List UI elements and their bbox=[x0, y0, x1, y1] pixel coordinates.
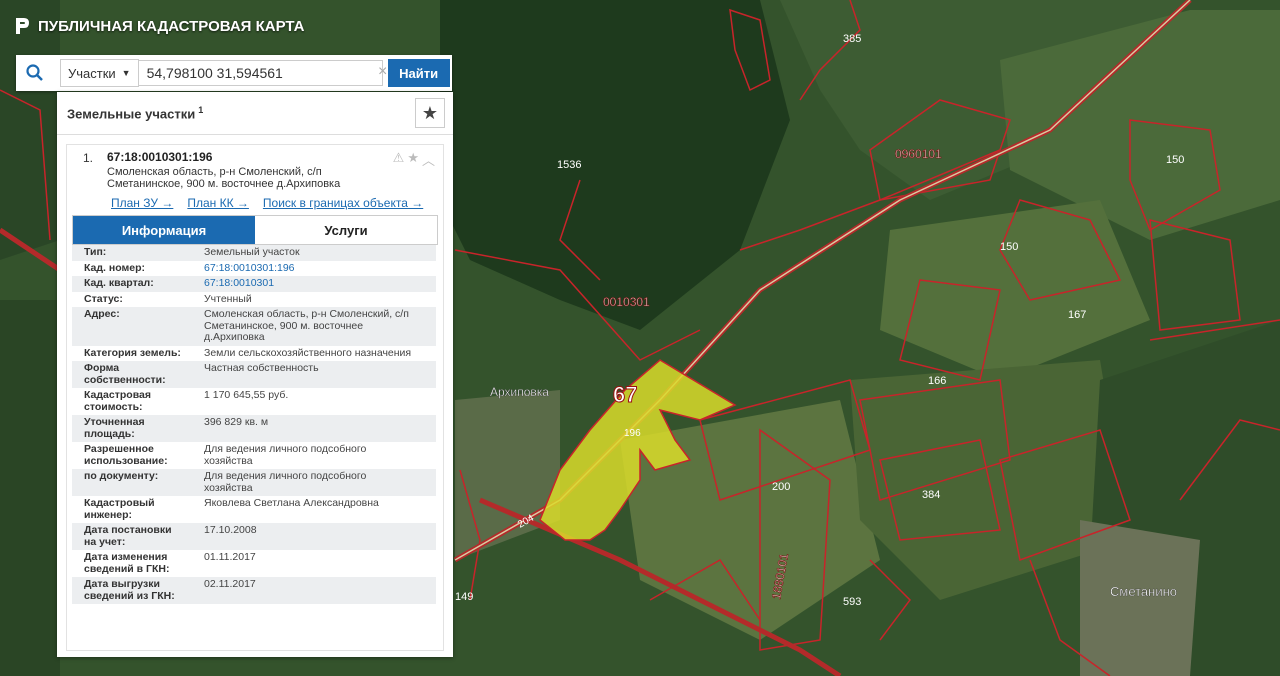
quarter-label: 0010301 bbox=[603, 295, 650, 309]
parcel-number: 166 bbox=[928, 375, 946, 387]
info-row: Кадастровая стоимость: 1 170 645,55 руб. bbox=[72, 388, 436, 415]
info-row: Уточненная площадь: 396 829 кв. м bbox=[72, 415, 436, 442]
info-value: Земельный участок bbox=[204, 246, 300, 258]
panel-header: Земельные участки 1 ★ bbox=[57, 92, 453, 135]
chevron-down-icon: ▼ bbox=[121, 68, 131, 78]
parcel-number: 150 bbox=[1000, 241, 1018, 253]
info-value: Смоленская область, р-н Смоленский, с/п С… bbox=[204, 308, 409, 343]
info-value: 396 829 кв. м bbox=[204, 416, 269, 428]
result-count: 1 bbox=[198, 104, 204, 115]
plan-kk-link[interactable]: План КК → bbox=[187, 196, 249, 210]
find-button[interactable]: Найти bbox=[387, 59, 450, 87]
result-links: План ЗУ → План КК → Поиск в границах объ… bbox=[111, 196, 443, 210]
info-value: 17.10.2008 bbox=[204, 524, 257, 536]
app-title: ПУБЛИЧНАЯ КАДАСТРОВАЯ КАРТА bbox=[38, 17, 305, 35]
info-row: Разрешенное использование: Для ведения лич… bbox=[72, 442, 436, 469]
info-table: Тип: Земельный участок Кад. номер: 67:18:00… bbox=[72, 245, 436, 604]
info-label: Уточненная площадь: bbox=[84, 416, 145, 440]
result-summary: 1. 67:18:0010301:196 Смоленская область,… bbox=[67, 145, 443, 190]
tab-info[interactable]: Информация bbox=[73, 216, 255, 244]
app-header: ПУБЛИЧНАЯ КАДАСТРОВАЯ КАРТА bbox=[14, 16, 304, 36]
info-row: Дата изменения сведений в ГКН: 01.11.2017 bbox=[72, 550, 436, 577]
search-icon[interactable] bbox=[16, 55, 54, 91]
plan-zu-link[interactable]: План ЗУ → bbox=[111, 196, 173, 210]
info-row: Тип: Земельный участок bbox=[72, 245, 436, 261]
rosreestr-logo-icon bbox=[16, 18, 29, 34]
parcel-number: 385 bbox=[843, 33, 861, 45]
info-value: Яковлева Светлана Александровна bbox=[204, 497, 379, 509]
info-label: Форма собственности: bbox=[84, 362, 166, 386]
info-row: Статус: Учтенный bbox=[72, 291, 436, 307]
search-input[interactable] bbox=[138, 60, 383, 86]
info-value: 02.11.2017 bbox=[204, 578, 256, 590]
card-actions: ⚠ ★ ︿ bbox=[393, 150, 435, 169]
forest-area bbox=[0, 300, 60, 676]
info-value[interactable]: 67:18:0010301 bbox=[194, 276, 436, 292]
results-panel: Земельные участки 1 ★ 1. 67:18:0010301:19… bbox=[57, 92, 453, 657]
search-type-label: Участки bbox=[68, 65, 116, 81]
result-card: 1. 67:18:0010301:196 Смоленская область,… bbox=[66, 144, 444, 651]
info-label: Кад. квартал: bbox=[84, 277, 154, 289]
info-label: Дата постановки на учет: bbox=[84, 524, 172, 548]
quarter-label: 0960101 bbox=[895, 147, 942, 161]
result-index: 1. bbox=[83, 151, 94, 165]
search-type-dropdown[interactable]: Участки ▼ bbox=[60, 59, 139, 87]
info-row: Кад. номер: 67:18:0010301:196 bbox=[72, 260, 436, 277]
info-label: по документу: bbox=[84, 470, 159, 482]
info-row: Категория земель: Земли сельскохозяйствен… bbox=[72, 345, 436, 361]
parcel-number: 384 bbox=[922, 489, 940, 501]
region-label: 67 bbox=[613, 382, 637, 407]
info-label: Статус: bbox=[84, 292, 123, 305]
forest-area bbox=[0, 0, 60, 260]
parcel-number: 1536 bbox=[557, 159, 581, 171]
parcel-number: 167 bbox=[1068, 309, 1086, 321]
info-row: Форма собственности: Частная собственность bbox=[72, 361, 436, 388]
info-label: Адрес: bbox=[84, 308, 120, 320]
info-label: Кадастровая стоимость: bbox=[84, 389, 151, 413]
village-label: Сметанино bbox=[1110, 584, 1177, 599]
info-value: Для ведения личного подсобного хозяйства bbox=[204, 443, 367, 467]
info-row: Дата постановки на учет: 17.10.2008 bbox=[72, 523, 436, 550]
tab-services[interactable]: Услуги bbox=[255, 216, 437, 244]
result-address: Смоленская область, р-н Смоленский, с/п … bbox=[107, 166, 341, 190]
info-label: Категория земель: bbox=[84, 346, 181, 359]
info-value: Земли сельскохозяйственного назначения bbox=[204, 346, 412, 359]
parcel-number: 150 bbox=[1166, 154, 1184, 166]
info-row: Адрес: Смоленская область, р-н Смоленский… bbox=[72, 307, 436, 346]
info-label: Дата выгрузки сведений из ГКН: bbox=[84, 578, 175, 602]
info-label: Тип: bbox=[84, 246, 107, 258]
village-label: Архиповка bbox=[490, 385, 549, 399]
info-value: 01.11.2017 bbox=[204, 551, 256, 563]
star-icon: ★ bbox=[421, 102, 439, 123]
parcel-label: 196 bbox=[624, 428, 641, 439]
info-value: Частная собственность bbox=[204, 362, 319, 374]
star-icon[interactable]: ★ bbox=[407, 150, 419, 169]
panel-title: Земельные участки 1 bbox=[67, 104, 204, 122]
chevron-up-icon[interactable]: ︿ bbox=[422, 150, 435, 169]
info-label: Разрешенное использование: bbox=[84, 443, 168, 467]
info-value: Учтенный bbox=[204, 292, 252, 305]
info-label: Кад. номер: bbox=[84, 261, 146, 274]
parcel-number: 593 bbox=[843, 596, 861, 608]
parcel-number: 200 bbox=[772, 481, 790, 493]
info-label: Кадастровый инженер: bbox=[84, 497, 155, 521]
info-value: 1 170 645,55 руб. bbox=[204, 389, 289, 401]
info-value: Для ведения личного подсобного хозяйства bbox=[204, 470, 367, 494]
info-row: по документу: Для ведения личного подсобн… bbox=[72, 469, 436, 496]
info-tabs: Информация Услуги bbox=[72, 215, 438, 245]
warning-icon[interactable]: ⚠ bbox=[393, 150, 405, 169]
parcel-number: 149 bbox=[455, 591, 473, 603]
clear-icon[interactable]: × bbox=[378, 63, 387, 81]
search-in-bounds-link[interactable]: Поиск в границах объекта → bbox=[263, 196, 423, 210]
info-label: Дата изменения сведений в ГКН: bbox=[84, 551, 170, 575]
search-bar: Участки ▼ × Найти bbox=[16, 55, 452, 91]
info-row: Кадастровый инженер: Яковлева Светлана Але… bbox=[72, 496, 436, 523]
info-row: Дата выгрузки сведений из ГКН: 02.11.2017 bbox=[72, 577, 436, 604]
info-value[interactable]: 67:18:0010301:196 bbox=[194, 261, 436, 277]
favorites-button[interactable]: ★ bbox=[415, 98, 445, 128]
info-row: Кад. квартал: 67:18:0010301 bbox=[72, 276, 436, 292]
